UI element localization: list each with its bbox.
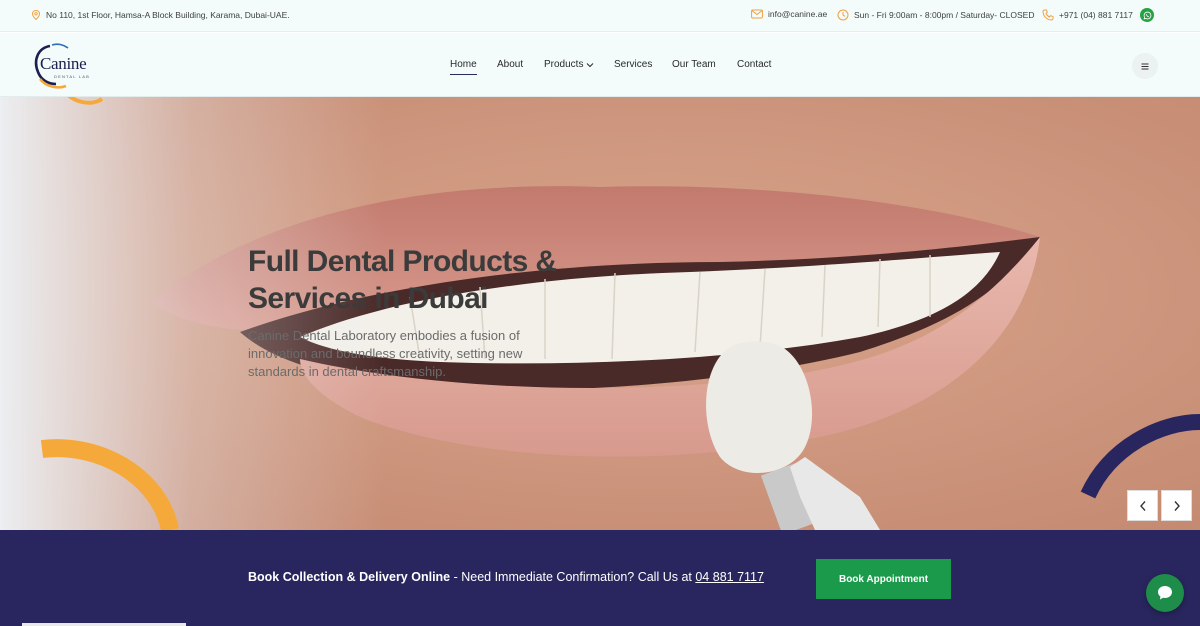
phone-link[interactable]: +971 (04) 881 7117: [1059, 10, 1133, 20]
book-appointment-button[interactable]: Book Appointment: [816, 559, 951, 599]
logo-text: Canine: [40, 54, 87, 73]
hero-title: Full Dental Products & Services in Dubai: [248, 245, 557, 315]
whatsapp-icon[interactable]: [1140, 8, 1154, 22]
nav-home[interactable]: Home: [450, 59, 477, 75]
hamburger-icon: [1141, 63, 1149, 69]
phone-info[interactable]: +971 (04) 881 7117: [1042, 9, 1133, 21]
hero-description: Canine Dental Laboratory embodies a fusi…: [248, 328, 523, 379]
hours-text: Sun - Fri 9:00am - 8:00pm / Saturday- CL…: [854, 10, 1035, 20]
chat-button[interactable]: [1146, 574, 1184, 612]
hero-smile-image: [0, 97, 1200, 530]
address-text: No 110, 1st Floor, Hamsa-A Block Buildin…: [46, 10, 290, 20]
chevron-left-icon: [1139, 500, 1146, 511]
slider-next-button[interactable]: [1161, 490, 1192, 521]
chat-bubble-icon: [1158, 586, 1172, 600]
location-pin-icon: [31, 10, 41, 20]
hours-info: Sun - Fri 9:00am - 8:00pm / Saturday- CL…: [837, 9, 1034, 21]
booking-message: - Need Immediate Confirmation? Call Us a…: [450, 570, 696, 584]
hero-slider: Full Dental Products & Services in Dubai…: [0, 97, 1200, 530]
slider-prev-button[interactable]: [1127, 490, 1158, 521]
booking-lead: Book Collection & Delivery Online: [248, 570, 451, 584]
hamburger-menu-button[interactable]: [1132, 53, 1158, 79]
clock-icon: [837, 9, 849, 21]
nav-products[interactable]: Products: [544, 59, 594, 70]
booking-bar: Book Collection & Delivery Online - Need…: [0, 530, 1200, 626]
email-info[interactable]: info@canine.ae: [751, 9, 827, 19]
nav-services[interactable]: Services: [614, 59, 652, 70]
top-info-bar: No 110, 1st Floor, Hamsa-A Block Buildin…: [0, 0, 1200, 32]
logo[interactable]: Canine DENTAL LAB: [30, 42, 102, 92]
site-header: Canine DENTAL LAB Home About Products Se…: [0, 33, 1200, 97]
chevron-down-icon: [587, 62, 594, 67]
logo-subtext: DENTAL LAB: [54, 74, 91, 79]
nav-about[interactable]: About: [497, 59, 523, 70]
booking-text: Book Collection & Delivery Online - Need…: [248, 570, 764, 584]
phone-icon: [1042, 9, 1054, 21]
mail-icon: [751, 9, 763, 19]
chevron-right-icon: [1173, 500, 1180, 511]
nav-products-label: Products: [544, 59, 584, 70]
address-info: No 110, 1st Floor, Hamsa-A Block Buildin…: [31, 10, 290, 20]
nav-contact[interactable]: Contact: [737, 59, 771, 70]
booking-phone-link[interactable]: 04 881 7117: [695, 570, 764, 584]
nav-our-team[interactable]: Our Team: [672, 59, 716, 70]
email-link[interactable]: info@canine.ae: [768, 9, 827, 19]
